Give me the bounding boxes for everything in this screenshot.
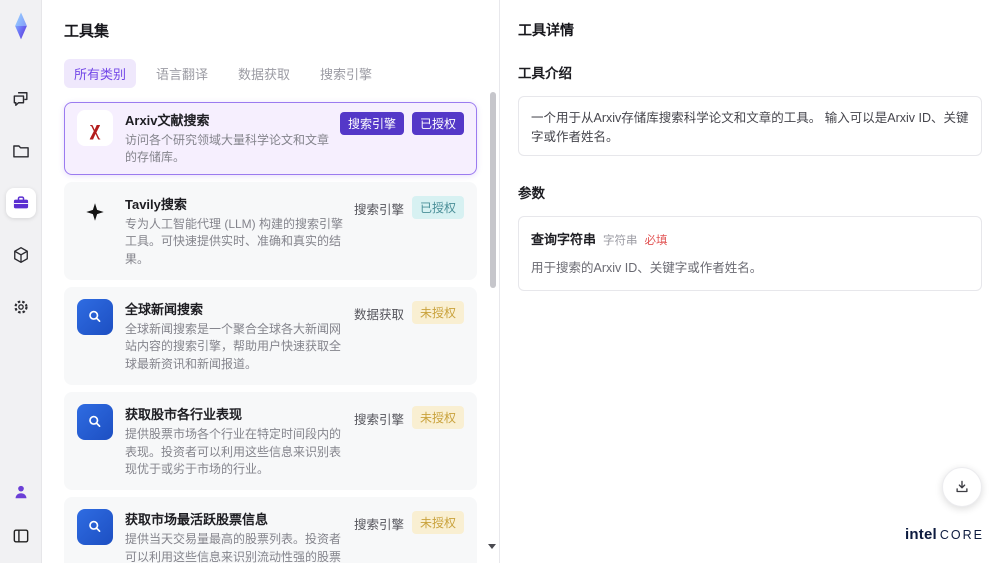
tab-data-acquisition[interactable]: 数据获取 [228, 59, 300, 88]
auth-status-badge: 已授权 [411, 195, 464, 219]
tab-language-translation[interactable]: 语言翻译 [146, 59, 218, 88]
tool-description: 专为人工智能代理 (LLM) 构建的搜索引擎工具。可快速提供实时、准确和真实的结… [125, 216, 344, 266]
category-badge: 搜索引擎 [353, 518, 404, 533]
auth-status-badge: 未授权 [411, 406, 464, 430]
intro-heading: 工具介绍 [518, 66, 572, 81]
download-button[interactable] [942, 467, 982, 507]
settings-gear-icon[interactable] [6, 292, 36, 322]
tool-card-tavily[interactable]: Tavily搜索 专为人工智能代理 (LLM) 构建的搜索引擎工具。可快速提供实… [64, 181, 477, 280]
blue-search-app-icon [77, 509, 113, 546]
auth-status-badge: 未授权 [411, 511, 464, 535]
tab-all-categories[interactable]: 所有类别 [64, 59, 137, 88]
brand-core: core [939, 528, 984, 542]
auth-status-badge: 未授权 [411, 300, 464, 324]
parameter-type: 字符串 [603, 235, 638, 247]
tool-card-global-news[interactable]: 全球新闻搜索 全球新闻搜索是一个聚合全球各大新闻网站内容的搜索引擎，帮助用户快速… [64, 286, 477, 386]
panel-toggle-icon[interactable] [6, 521, 36, 551]
tool-name: 全球新闻搜索 [125, 301, 204, 317]
blue-search-app-icon [77, 404, 113, 441]
scroll-down-icon[interactable] [488, 544, 496, 549]
scrollbar-thumb[interactable] [490, 92, 496, 288]
package-cube-icon[interactable] [6, 240, 36, 270]
arxiv-logo-icon: χ [77, 110, 113, 146]
blue-search-app-icon [77, 298, 113, 335]
parameter-description: 用于搜索的Arxiv ID、关键字或作者姓名。 [531, 261, 763, 275]
brand-intel: intel [905, 526, 937, 543]
category-badge: 搜索引擎 [353, 202, 404, 217]
tool-name: 获取股市各行业表现 [125, 407, 243, 423]
tab-search-engine[interactable]: 搜索引擎 [310, 59, 382, 88]
auth-status-badge: 已授权 [411, 112, 464, 135]
toolset-panel: 工具集 所有类别 语言翻译 数据获取 搜索引擎 χ Arxiv文献搜索 访问各个… [42, 0, 500, 563]
tool-name: 获取市场最活跃股票信息 [125, 512, 269, 528]
tool-list: χ Arxiv文献搜索 访问各个研究领域大量科学论文和文章的存储库。 搜索引擎 … [64, 102, 477, 563]
sidebar [0, 0, 42, 563]
app-window: 工具集 所有类别 语言翻译 数据获取 搜索引擎 χ Arxiv文献搜索 访问各个… [0, 0, 1000, 563]
parameter-name: 查询字符串 [531, 232, 597, 247]
tool-card-arxiv[interactable]: χ Arxiv文献搜索 访问各个研究领域大量科学论文和文章的存储库。 搜索引擎 … [64, 102, 477, 175]
user-avatar-icon[interactable] [6, 477, 36, 507]
sparkle-star-icon [77, 194, 113, 230]
category-badge: 数据获取 [353, 307, 404, 322]
category-badge: 搜索引擎 [353, 413, 404, 428]
sidebar-bottom [6, 477, 36, 551]
tool-intro-text: 一个用于从Arxiv存储库搜索科学论文和文章的工具。 输入可以是Arxiv ID… [518, 96, 982, 156]
tool-description: 全球新闻搜索是一个聚合全球各大新闻网站内容的搜索引擎，帮助用户快速获取全球最新资… [125, 321, 342, 371]
tool-name: Arxiv文献搜索 [125, 113, 210, 128]
toolbox-briefcase-icon[interactable] [5, 188, 36, 218]
parameter-required-badge: 必填 [644, 235, 668, 247]
page-title: 工具集 [64, 23, 110, 40]
details-title: 工具详情 [518, 22, 574, 38]
folder-icon[interactable] [6, 136, 36, 166]
intel-core-logo: intel core [905, 526, 984, 543]
category-tabs: 所有类别 语言翻译 数据获取 搜索引擎 [64, 59, 477, 88]
scrollbar[interactable] [490, 86, 496, 556]
sidebar-nav [5, 84, 36, 322]
tool-description: 提供当天交易量最高的股票列表。投资者可以利用这些信息来识别流动性强的股票和潜在的… [125, 532, 342, 563]
tool-description: 访问各个研究领域大量科学论文和文章的存储库。 [125, 133, 330, 165]
params-heading: 参数 [518, 186, 545, 201]
category-badge: 搜索引擎 [339, 112, 404, 135]
tool-card-most-active-stocks[interactable]: 获取市场最活跃股票信息 提供当天交易量最高的股票列表。投资者可以利用这些信息来识… [64, 497, 477, 563]
tool-description: 提供股票市场各个行业在特定时间段内的表现。投资者可以利用这些信息来识别表现优于或… [125, 427, 342, 476]
parameter-item: 查询字符串 字符串 必填 用于搜索的Arxiv ID、关键字或作者姓名。 [518, 216, 982, 291]
tool-details-panel: 工具详情 工具介绍 一个用于从Arxiv存储库搜索科学论文和文章的工具。 输入可… [500, 0, 1000, 563]
tool-name: Tavily搜索 [125, 196, 187, 212]
chat-icon[interactable] [6, 84, 36, 114]
app-logo-icon[interactable] [7, 12, 35, 40]
tool-card-sector-performance[interactable]: 获取股市各行业表现 提供股票市场各个行业在特定时间段内的表现。投资者可以利用这些… [64, 392, 477, 491]
